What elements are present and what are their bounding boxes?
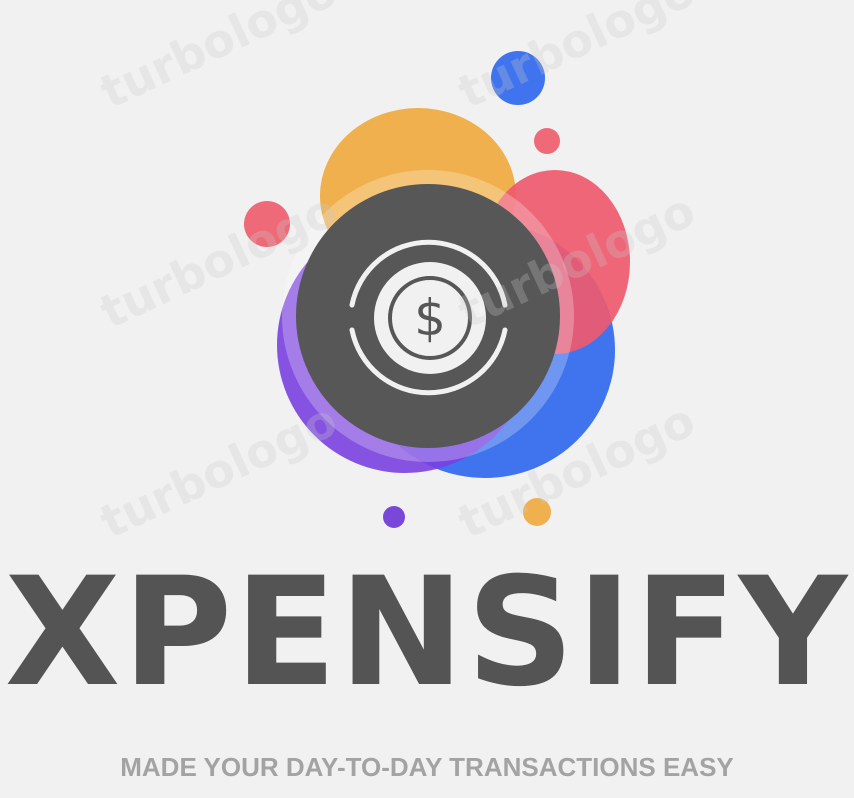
tagline: MADE YOUR DAY-TO-DAY TRANSACTIONS EASY — [120, 752, 734, 782]
purple-dot — [383, 506, 405, 528]
logo-canvas: $ XPENSIFY MADE YOUR DAY-TO-DAY TRANSACT… — [0, 0, 854, 798]
orange-dot — [523, 498, 551, 526]
logo-emblem — [244, 51, 630, 528]
blue-bubble — [491, 51, 545, 105]
pink-bubble-small — [534, 128, 560, 154]
brand-name: XPENSIFY — [4, 546, 850, 720]
pink-bubble-left — [244, 201, 290, 247]
dollar-sign-icon: $ — [414, 289, 446, 347]
